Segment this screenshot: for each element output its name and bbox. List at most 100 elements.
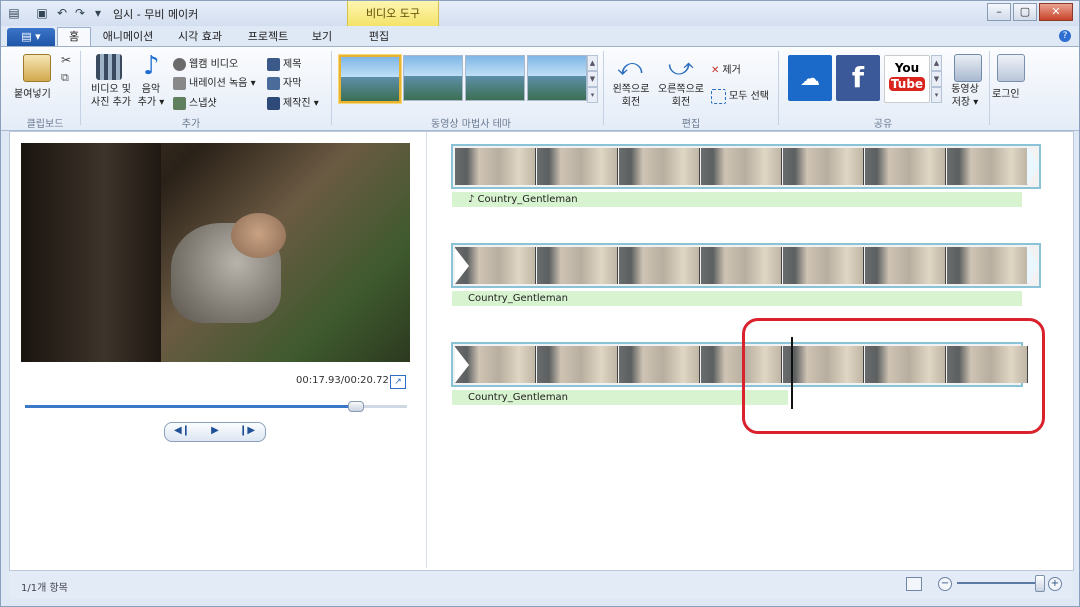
theme-thumbnail-1[interactable] — [339, 55, 401, 103]
zoom-in-button[interactable]: + — [1048, 577, 1062, 591]
tab-animations[interactable]: 애니메이션 — [97, 28, 159, 46]
transition-start-icon — [455, 248, 469, 284]
clip-end-marker-icon — [1027, 146, 1039, 186]
share-expand[interactable]: ▾ — [931, 87, 942, 103]
seek-bar-fill — [25, 405, 355, 408]
microphone-icon — [173, 76, 186, 90]
music-caption-track-3[interactable]: Country_Gentleman — [452, 390, 788, 405]
ribbon-separator — [80, 51, 81, 125]
transition-start-icon — [455, 347, 469, 383]
save-movie-label-2: 저장 — [951, 97, 971, 108]
webcam-label: 웹캠 비디오 — [189, 59, 239, 70]
share-scroll-down[interactable]: ▼ — [931, 71, 942, 87]
file-menu-button[interactable]: ▤ ▾ — [7, 28, 55, 46]
facebook-share-button[interactable]: f — [836, 55, 880, 101]
music-note-icon: ♪ — [143, 51, 160, 81]
save-movie-button[interactable]: 동영상 저장 ▾ — [945, 83, 985, 109]
filmstrip-frame — [783, 148, 864, 185]
music-caption-track-2[interactable]: Country_Gentleman — [452, 291, 1022, 306]
tab-visual-effects[interactable]: 시각 효과 — [171, 28, 229, 46]
minimize-button[interactable]: – — [987, 3, 1011, 21]
snapshot-button[interactable]: 스냅샷 — [173, 94, 217, 110]
filmstrip-frame — [947, 148, 1028, 185]
add-music-button[interactable]: 음악 추가 ▾ — [137, 83, 165, 109]
app-window: ▤ ▣ ↶ ↷ ▾ 임시 - 무비 메이커 비디오 도구 – ▢ ✕ ▤ ▾ 홈… — [0, 0, 1080, 607]
tab-view[interactable]: 보기 — [305, 28, 339, 46]
credits-button[interactable]: 제작진 ▾ — [267, 94, 319, 110]
remove-button[interactable]: ✕ 제거 — [711, 61, 741, 76]
rotate-right-icon: ⤻ — [668, 53, 694, 81]
themes-group-label: 동영상 마법사 테마 — [431, 119, 511, 130]
theme-thumbnail-2[interactable] — [403, 55, 463, 101]
theme-thumbnail-4[interactable] — [527, 55, 587, 101]
zoom-slider[interactable] — [957, 582, 1041, 584]
playback-time: 00:17.93/00:20.72 — [296, 375, 389, 386]
remove-x-icon: ✕ — [711, 65, 720, 76]
theme-thumbnail-3[interactable] — [465, 55, 525, 101]
music-caption-track-1[interactable]: ♪ Country_Gentleman — [452, 192, 1022, 207]
zoom-thumb[interactable] — [1035, 575, 1045, 592]
youtube-share-button[interactable]: You Tube — [884, 55, 930, 103]
snapshot-label: 스냅샷 — [189, 98, 217, 109]
gallery-scroll-up[interactable]: ▲ — [587, 55, 598, 71]
filmstrip-frame — [537, 346, 618, 383]
tab-home[interactable]: 홈 — [57, 27, 91, 48]
filmstrip-frame — [619, 148, 700, 185]
zoom-in-icon: + — [1050, 578, 1060, 589]
quick-access-dropdown-icon[interactable]: ▾ — [91, 6, 105, 20]
clip-end-marker-icon — [1027, 245, 1039, 285]
video-clip-track-2[interactable] — [451, 243, 1041, 288]
title-button[interactable]: 제목 — [267, 55, 301, 71]
filmstrip-frame — [619, 346, 700, 383]
fullscreen-icon[interactable]: ↗ — [390, 375, 406, 389]
onedrive-share-button[interactable]: ☁ — [788, 55, 832, 101]
maximize-button[interactable]: ▢ — [1013, 3, 1037, 21]
gallery-scroll-down[interactable]: ▼ — [587, 71, 598, 87]
close-button[interactable]: ✕ — [1039, 3, 1073, 21]
play-button[interactable]: ▶ — [199, 422, 231, 440]
title-label: 제목 — [283, 59, 302, 70]
window-title: 임시 - 무비 메이커 — [113, 8, 199, 21]
next-frame-button[interactable]: ❙▶ — [231, 422, 263, 440]
filmstrip-frame — [619, 247, 700, 284]
app-icon[interactable]: ▤ — [7, 6, 21, 20]
add-videos-button[interactable]: 비디오 및 사진 추가 — [89, 83, 133, 109]
storyboard-view-icon[interactable] — [906, 577, 922, 591]
rotate-right-button[interactable]: 오른쪽으로 회전 — [655, 83, 707, 109]
title-bar: ▤ ▣ ↶ ↷ ▾ 임시 - 무비 메이커 비디오 도구 – ▢ ✕ — [1, 1, 1079, 26]
caption-button[interactable]: 자막 — [267, 74, 301, 90]
video-preview — [21, 143, 410, 362]
zoom-out-button[interactable]: − — [938, 577, 952, 591]
help-icon[interactable]: ? — [1059, 30, 1071, 42]
rotate-left-button[interactable]: 왼쪽으로 회전 — [609, 83, 653, 109]
select-all-button[interactable]: 모두 선택 — [711, 87, 769, 104]
credits-icon — [267, 96, 280, 110]
zoom-out-icon: − — [940, 578, 950, 589]
copy-icon[interactable]: ⧉ — [61, 71, 69, 85]
sign-in-button[interactable]: 로그인 — [992, 85, 1020, 100]
cut-icon[interactable]: ✂ — [61, 53, 71, 67]
webcam-video-button[interactable]: 웹캠 비디오 — [173, 55, 238, 71]
tab-project[interactable]: 프로젝트 — [239, 28, 297, 46]
save-icon[interactable]: ▣ — [35, 6, 49, 20]
highlight-annotation — [742, 318, 1045, 434]
add-videos-icon — [96, 54, 122, 80]
gallery-expand[interactable]: ▾ — [587, 87, 598, 103]
video-clip-track-1[interactable] — [451, 144, 1041, 189]
add-videos-label-2: 사진 추가 — [91, 97, 131, 108]
previous-frame-button[interactable]: ◀❙ — [166, 422, 198, 440]
redo-icon[interactable]: ↷ — [73, 6, 87, 20]
filmstrip-frame — [947, 247, 1028, 284]
rotate-left-label-1: 왼쪽으로 — [612, 84, 650, 95]
add-group-label: 추가 — [181, 119, 201, 130]
paste-button[interactable]: 붙여넣기 — [14, 85, 51, 100]
record-narration-button[interactable]: 내레이션 녹음 ▾ — [173, 74, 256, 90]
tab-edit[interactable]: 편집 — [361, 28, 397, 46]
pane-divider[interactable] — [426, 132, 427, 568]
undo-icon[interactable]: ↶ — [55, 6, 69, 20]
previous-frame-icon: ◀❙ — [173, 425, 191, 436]
share-scroll-up[interactable]: ▲ — [931, 55, 942, 71]
save-movie-label-1: 동영상 — [951, 84, 979, 95]
seek-thumb[interactable] — [348, 401, 364, 412]
rotate-left-icon: ⤺ — [617, 53, 643, 81]
